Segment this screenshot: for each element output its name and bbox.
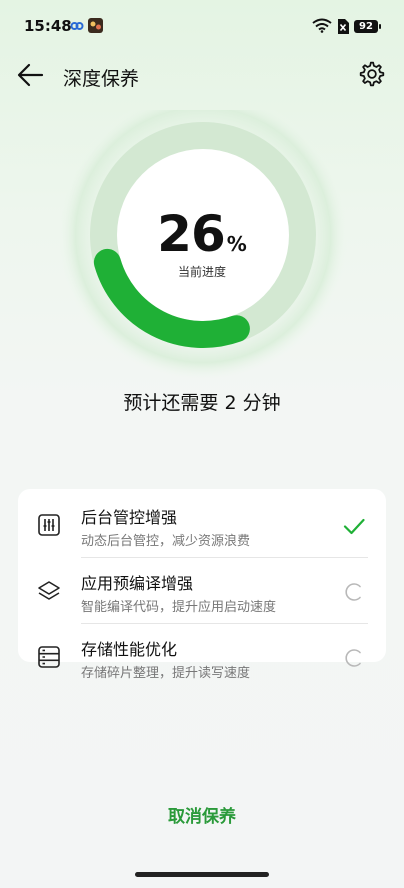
layers-icon (38, 581, 60, 600)
wifi-icon (312, 18, 332, 33)
loading-spinner-icon (345, 649, 361, 667)
no-sim-icon (338, 19, 349, 34)
task-name: 存储性能优化 (81, 640, 178, 659)
arrow-left-icon (17, 63, 44, 87)
progress-label: 当前进度 (177, 265, 226, 279)
task-name: 应用预编译增强 (81, 574, 194, 593)
task-desc: 动态后台管控，减少资源浪费 (81, 534, 251, 549)
game-app-icon (88, 18, 103, 33)
loading-spinner-icon (345, 583, 361, 601)
cloud-sync-icon (70, 22, 84, 30)
gear-icon (359, 61, 385, 87)
percent-sign: % (226, 232, 247, 256)
settings-button[interactable] (358, 60, 386, 88)
back-button[interactable] (16, 62, 46, 88)
task-name: 后台管控增强 (81, 508, 178, 527)
task-app-precompile[interactable]: 应用预编译增强 智能编译代码，提升应用启动速度 (18, 557, 386, 623)
clock: 15:48 (24, 17, 72, 35)
home-indicator[interactable] (135, 872, 269, 877)
cancel-maintenance-button[interactable]: 取消保养 (140, 800, 264, 834)
task-storage-optimize[interactable]: 存储性能优化 存储碎片整理，提升读写速度 (18, 623, 386, 689)
page-title: 深度保养 (63, 68, 140, 90)
storage-icon (38, 646, 60, 668)
status-bar: 15:48 92 (0, 0, 404, 52)
battery-indicator: 92 (354, 20, 381, 33)
task-list: 后台管控增强 动态后台管控，减少资源浪费 应用预编译增强 智能编译代码，提升应用… (18, 489, 386, 681)
progress-value: 26 (157, 205, 226, 263)
task-background-control[interactable]: 后台管控增强 动态后台管控，减少资源浪费 (18, 491, 386, 557)
app-header: 深度保养 (0, 52, 404, 98)
check-icon (343, 518, 365, 535)
task-desc: 存储碎片整理，提升读写速度 (81, 666, 251, 681)
task-desc: 智能编译代码，提升应用启动速度 (81, 600, 277, 615)
progress-percent: 26% (0, 205, 404, 263)
sliders-icon (38, 514, 60, 536)
eta-text: 预计还需要 2 分钟 (123, 392, 281, 414)
